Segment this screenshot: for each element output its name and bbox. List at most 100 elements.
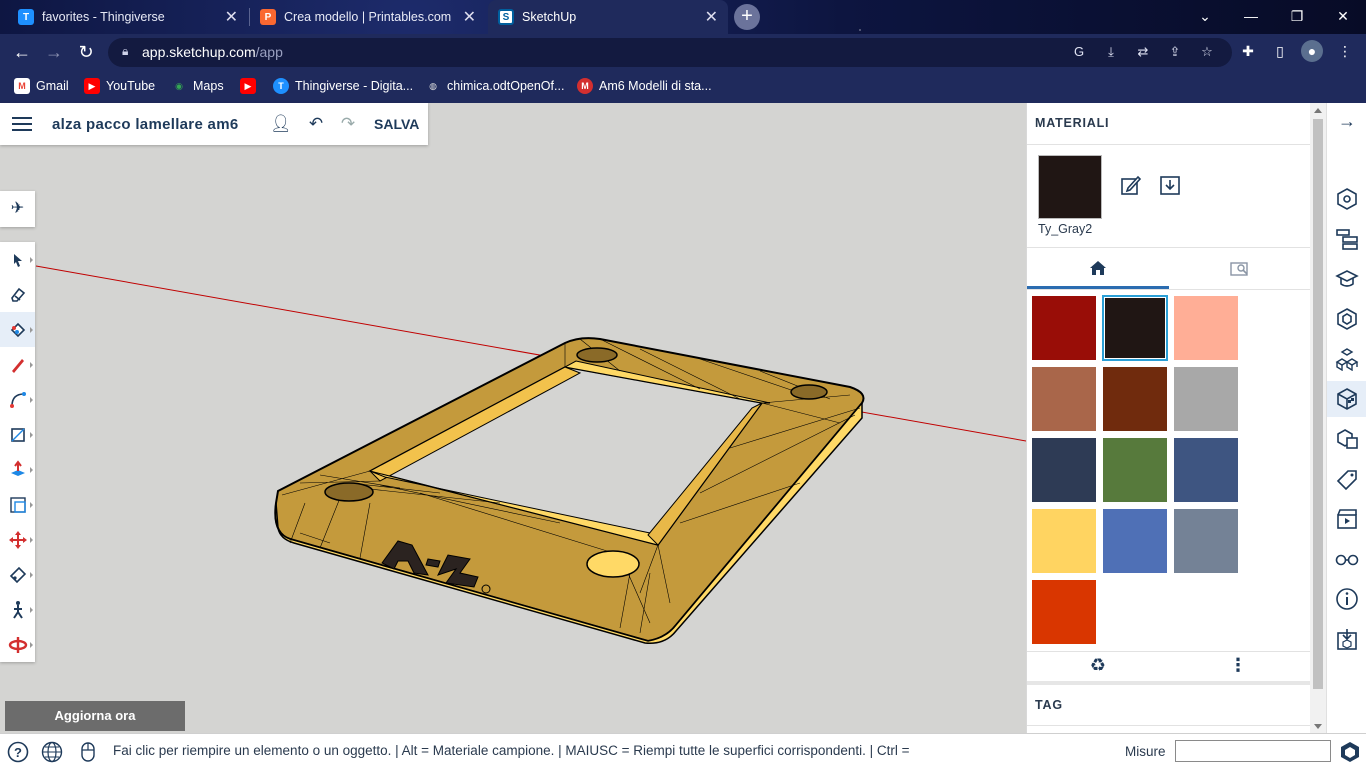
push-pull-tool[interactable] [0,452,35,487]
outliner-icon[interactable] [1327,221,1366,257]
avatar[interactable]: ● [1301,40,1323,62]
divider [1027,681,1311,685]
offset-tool[interactable] [0,487,35,522]
tape-measure-tool[interactable] [0,557,35,592]
scroll-down-icon[interactable] [1314,724,1322,729]
close-icon[interactable]: ✕ [225,7,238,27]
browser-chrome: T favorites - Thingiverse ✕ P Crea model… [0,0,1366,103]
edit-material-icon[interactable] [1119,173,1143,197]
collapse-panel-icon[interactable]: → [1327,103,1366,139]
save-button[interactable]: SALVA [374,116,419,132]
update-now-button[interactable]: Aggiorna ora [5,701,185,731]
help-icon[interactable]: ? [6,740,30,764]
material-swatch[interactable] [1174,509,1238,573]
arc-tool[interactable] [0,382,35,417]
google-icon[interactable]: G [1070,43,1088,61]
materials-icon[interactable] [1327,381,1366,417]
tab-search-icon[interactable]: ⌄ [1182,0,1228,32]
current-material-swatch[interactable] [1038,155,1102,219]
material-swatch[interactable] [1174,367,1238,431]
undo-icon[interactable]: ↶ [306,114,326,134]
bookmark-youtube-2[interactable]: ▶ [240,77,262,95]
rectangle-tool[interactable] [0,417,35,452]
tab-printables[interactable]: P Crea modello | Printables.com ✕ [250,0,486,34]
info-icon[interactable] [1327,581,1366,617]
bookmark-maps[interactable]: ◉ Maps [171,77,224,95]
import-material-icon[interactable] [1158,173,1182,197]
instructor-icon[interactable] [1327,261,1366,297]
menu-icon[interactable]: ⋮ [1334,40,1356,62]
scenes-icon[interactable] [1327,501,1366,537]
star-icon[interactable]: ☆ [1198,43,1216,61]
install-icon[interactable]: ⤓ [1102,43,1120,61]
close-window-icon[interactable]: ✕ [1320,0,1366,32]
3d-viewport[interactable] [0,103,1026,733]
new-tab-button[interactable]: + [734,4,760,30]
bookmark-thingiverse[interactable]: T Thingiverse - Digita... [273,77,413,95]
measurements-input[interactable] [1175,740,1331,762]
bookmark-youtube[interactable]: ▶ YouTube [84,77,155,95]
line-tool[interactable] [0,347,35,382]
forward-icon[interactable]: → [42,40,66,64]
display-icon[interactable] [1327,541,1366,577]
material-swatch[interactable] [1102,295,1168,361]
arc-icon [9,391,26,408]
material-swatch[interactable] [1103,438,1167,502]
restore-icon[interactable]: ❐ [1274,0,1320,32]
material-swatch[interactable] [1032,296,1096,360]
reload-icon[interactable]: ↻ [74,40,98,64]
styles-icon[interactable] [1327,301,1366,337]
materials-tab-in-model[interactable] [1027,249,1169,289]
tag-panel-title[interactable]: TAG [1035,698,1063,712]
move-tool[interactable] [0,522,35,557]
minimize-icon[interactable]: — [1228,0,1274,32]
select-tool[interactable] [0,242,35,277]
orbit-tool[interactable] [0,627,35,662]
purge-unused-icon[interactable]: ♻ [1086,653,1110,677]
share-icon[interactable]: ⇪ [1166,43,1184,61]
bookmark-chimica[interactable]: ◍ chimica.odtOpenOf... [425,77,564,95]
tags-icon[interactable] [1327,461,1366,497]
material-swatch[interactable] [1174,296,1238,360]
materials-tab-browse[interactable] [1169,249,1311,289]
material-swatch[interactable] [1103,367,1167,431]
close-icon[interactable]: ✕ [463,7,476,27]
material-swatch[interactable] [1174,438,1238,502]
material-swatch[interactable] [1032,367,1096,431]
solid-tools-icon[interactable] [1327,421,1366,457]
globe-icon[interactable] [40,740,64,764]
material-swatch[interactable] [1032,438,1096,502]
more-options-icon[interactable]: ⋮ [1226,653,1250,677]
materials-panel: MATERIALI Ty_Gray2 ♻ ⋮ TAG [1026,103,1311,733]
scroll-thumb[interactable] [1313,119,1323,689]
material-swatch[interactable] [1032,580,1096,644]
mouse-icon[interactable] [76,740,100,764]
add-collaborator-icon[interactable]: 👤︎ [270,114,292,134]
search-tool-icon[interactable]: ✈︎ [0,191,35,227]
main-menu-icon[interactable] [12,113,32,135]
material-swatch[interactable] [1103,509,1167,573]
material-swatch[interactable] [1032,509,1096,573]
paint-bucket-tool[interactable] [0,312,35,347]
bookmark-label: Gmail [36,79,69,93]
scroll-up-icon[interactable] [1314,108,1322,113]
back-icon[interactable]: ← [10,40,34,64]
translate-icon[interactable]: ⇄ [1134,43,1152,61]
extensions-icon[interactable]: ✚ [1237,40,1259,62]
tab-sketchup[interactable]: S SketchUp ✕ [488,0,728,34]
close-icon[interactable]: ✕ [705,7,718,27]
bookmark-am6[interactable]: M Am6 Modelli di sta... [577,77,712,95]
extension-warehouse-icon[interactable] [1327,621,1366,657]
eraser-tool[interactable] [0,277,35,312]
address-bar[interactable]: 🔒︎ app.sketchup.com/app G ⤓ ⇄ ⇪ ☆ [108,38,1232,67]
tab-thingiverse[interactable]: T favorites - Thingiverse ✕ [8,0,248,34]
model-title[interactable]: alza pacco lamellare am6 [52,116,238,133]
bookmark-gmail[interactable]: M Gmail [14,77,69,95]
walk-tool[interactable] [0,592,35,627]
redo-icon[interactable]: ↷ [338,114,358,134]
side-panel-icon[interactable]: ▯ [1269,40,1291,62]
panel-scrollbar[interactable] [1310,103,1326,733]
components-icon[interactable] [1327,341,1366,377]
entity-info-icon[interactable] [1327,181,1366,217]
hole-back [576,347,618,363]
